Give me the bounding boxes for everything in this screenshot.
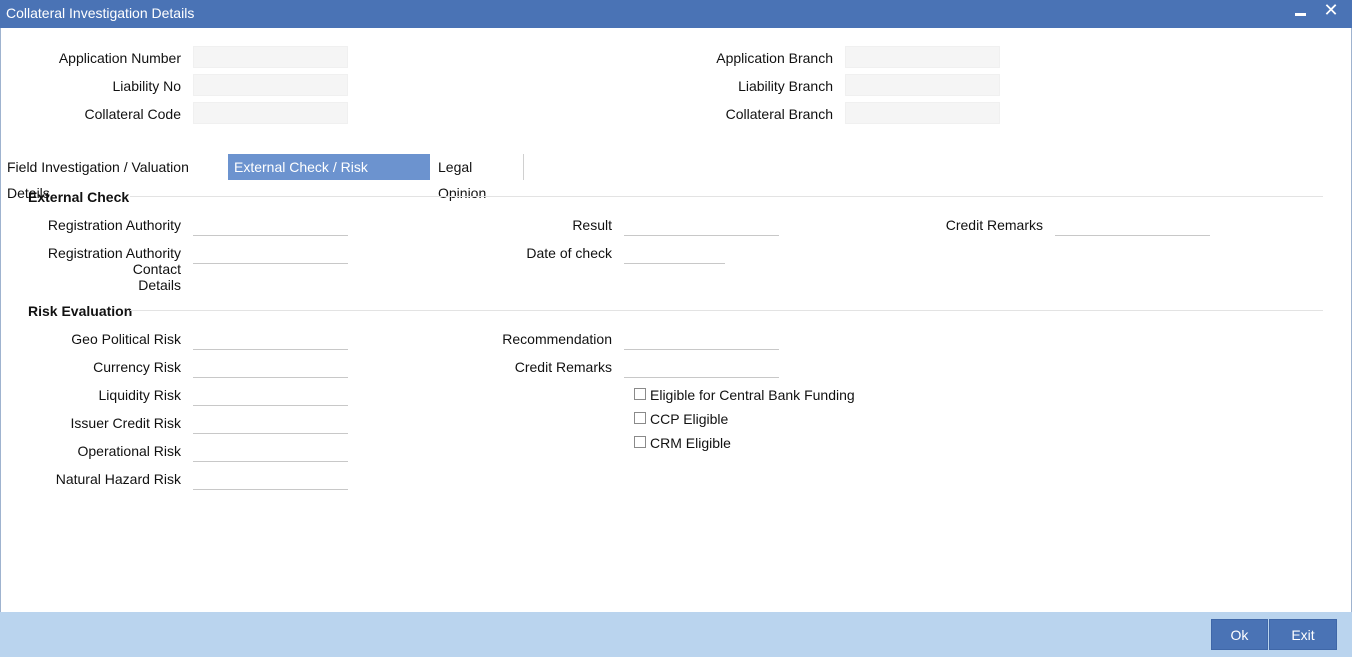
title-bar: Collateral Investigation Details ✕	[0, 0, 1352, 28]
application-branch-field[interactable]	[845, 46, 1000, 68]
risk-evaluation-heading: Risk Evaluation	[28, 303, 133, 319]
external-credit-remarks-label: Credit Remarks	[945, 217, 1043, 233]
operational-risk-label: Operational Risk	[77, 443, 182, 459]
liability-branch-field[interactable]	[845, 74, 1000, 96]
application-branch-label: Application Branch	[716, 50, 833, 66]
registration-authority-contact-label-line2: Details	[138, 277, 181, 293]
external-check-heading: External Check	[28, 189, 130, 205]
liquidity-risk-label: Liquidity Risk	[98, 387, 181, 403]
risk-evaluation-divider	[130, 310, 1323, 311]
collateral-code-label: Collateral Code	[84, 106, 182, 122]
registration-authority-contact-label-line1: Registration Authority Contact	[47, 245, 181, 277]
recommendation-field[interactable]	[624, 328, 779, 350]
crm-eligible-checkbox[interactable]	[634, 436, 646, 448]
registration-authority-field[interactable]	[193, 214, 348, 236]
liability-no-label: Liability No	[112, 78, 181, 94]
liability-branch-label: Liability Branch	[738, 78, 833, 94]
natural-hazard-risk-label: Natural Hazard Risk	[55, 471, 181, 487]
crm-eligible-label: CRM Eligible	[650, 435, 731, 451]
result-field[interactable]	[624, 214, 779, 236]
collateral-code-field[interactable]	[193, 102, 348, 124]
eligible-central-bank-funding-checkbox[interactable]	[634, 388, 646, 400]
minimize-icon[interactable]	[1295, 13, 1306, 16]
result-label: Result	[572, 217, 612, 233]
currency-risk-field[interactable]	[193, 356, 348, 378]
tab-field-investigation[interactable]: Field Investigation / Valuation Details	[1, 154, 227, 201]
collateral-branch-label: Collateral Branch	[725, 106, 833, 122]
window-title: Collateral Investigation Details	[6, 5, 195, 21]
collateral-branch-field[interactable]	[845, 102, 1000, 124]
ccp-eligible-label: CCP Eligible	[650, 411, 729, 427]
ok-button[interactable]: Ok	[1211, 619, 1268, 650]
external-credit-remarks-field[interactable]	[1055, 214, 1210, 236]
footer-bar	[0, 612, 1352, 657]
date-of-check-label: Date of check	[526, 245, 612, 261]
issuer-credit-risk-label: Issuer Credit Risk	[70, 415, 181, 431]
close-icon[interactable]: ✕	[1323, 1, 1339, 21]
natural-hazard-risk-field[interactable]	[193, 468, 348, 490]
geo-political-risk-field[interactable]	[193, 328, 348, 350]
liability-no-field[interactable]	[193, 74, 348, 96]
registration-authority-label: Registration Authority	[47, 217, 181, 233]
risk-credit-remarks-label: Credit Remarks	[514, 359, 612, 375]
application-number-label: Application Number	[58, 50, 181, 66]
currency-risk-label: Currency Risk	[93, 359, 181, 375]
eligible-central-bank-funding-label: Eligible for Central Bank Funding	[650, 387, 855, 403]
registration-authority-contact-field[interactable]	[193, 242, 348, 264]
tab-external-check-risk-evaluation[interactable]: External Check / Risk Evaluation	[228, 154, 430, 201]
operational-risk-field[interactable]	[193, 440, 348, 462]
ccp-eligible-checkbox[interactable]	[634, 412, 646, 424]
risk-credit-remarks-field[interactable]	[624, 356, 779, 378]
external-check-divider	[130, 196, 1323, 197]
geo-political-risk-label: Geo Political Risk	[71, 331, 181, 347]
application-number-field[interactable]	[193, 46, 348, 68]
tab-divider	[523, 154, 524, 180]
exit-button[interactable]: Exit	[1269, 619, 1337, 650]
issuer-credit-risk-field[interactable]	[193, 412, 348, 434]
liquidity-risk-field[interactable]	[193, 384, 348, 406]
recommendation-label: Recommendation	[502, 331, 612, 347]
tab-legal-opinion[interactable]: Legal Opinion	[432, 154, 523, 201]
registration-authority-contact-label: Registration Authority Contact Details	[0, 245, 181, 293]
date-of-check-field[interactable]	[624, 242, 725, 264]
